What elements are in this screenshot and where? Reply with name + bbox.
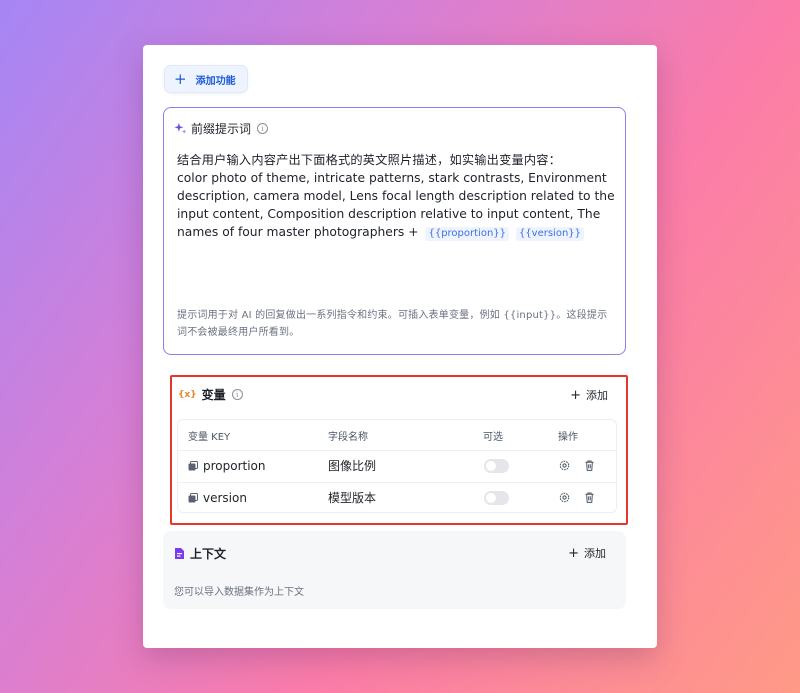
- variables-table: 变量 KEY 字段名称 可选 操作 proportion 图像比例 versio…: [177, 419, 617, 513]
- context-hint: 您可以导入数据集作为上下文: [174, 587, 304, 598]
- variable-key-cell[interactable]: version: [188, 491, 247, 505]
- variable-key-cell[interactable]: proportion: [188, 459, 266, 473]
- variable-tag-proportion[interactable]: {{proportion}}: [425, 227, 510, 241]
- prompt-header: 前缀提示词 i: [174, 120, 269, 137]
- field-name[interactable]: 图像比例: [328, 457, 376, 474]
- variable-key: proportion: [203, 458, 266, 473]
- add-variable-label: 添加: [586, 389, 608, 402]
- variables-title: 变量: [201, 388, 226, 402]
- trash-icon[interactable]: [583, 491, 596, 504]
- plus-icon: +: [174, 69, 187, 88]
- gear-icon[interactable]: [558, 491, 571, 504]
- add-context-button[interactable]: + 添加: [568, 545, 606, 561]
- plus-icon: +: [570, 387, 581, 403]
- optional-toggle[interactable]: [484, 490, 509, 505]
- prompt-text[interactable]: 结合用户输入内容产出下面格式的英文照片描述，如实输出变量内容： color ph…: [177, 151, 615, 241]
- document-icon: [175, 548, 184, 559]
- column-header-name: 字段名称: [328, 431, 368, 443]
- prompt-hint: 提示词用于对 AI 的回复做出一系列指令和约束。可插入表单变量，例如 {{inp…: [177, 310, 608, 338]
- sparkle-icon: [174, 122, 187, 134]
- app-config-card: + 添加功能 前缀提示词 i 结合用户输入内容产出下面格式的英文照片描述，如实输…: [143, 45, 657, 648]
- prompt-title: 前缀提示词: [191, 122, 252, 136]
- toggle-knob: [486, 460, 496, 471]
- add-variable-button[interactable]: + 添加: [570, 387, 608, 403]
- variable-key: version: [203, 490, 247, 505]
- variable-key-icon: [188, 492, 198, 502]
- table-header: 变量 KEY 字段名称 可选 操作: [178, 420, 616, 450]
- add-context-label: 添加: [584, 547, 606, 560]
- variables-panel: {x} 变量 i + 添加 变量 KEY 字段名称 可选 操作 proporti…: [170, 375, 628, 525]
- field-name[interactable]: 模型版本: [328, 489, 376, 506]
- toggle-knob: [486, 492, 496, 503]
- plus-icon: +: [568, 545, 579, 561]
- column-header-optional: 可选: [483, 431, 503, 443]
- column-header-actions: 操作: [558, 431, 578, 443]
- trash-icon[interactable]: [583, 459, 596, 472]
- info-icon[interactable]: i: [231, 389, 243, 400]
- context-panel: 上下文 + 添加 您可以导入数据集作为上下文: [163, 531, 626, 609]
- variables-header: {x} 变量 i: [178, 386, 243, 403]
- table-row: proportion 图像比例: [178, 450, 616, 480]
- row-actions: [558, 459, 596, 472]
- variable-tag-version[interactable]: {{version}}: [515, 227, 585, 241]
- column-header-key: 变量 KEY: [188, 431, 231, 443]
- gear-icon[interactable]: [558, 459, 571, 472]
- variable-key-icon: [188, 460, 198, 470]
- context-title: 上下文: [190, 547, 227, 561]
- prefix-prompt-editor[interactable]: 前缀提示词 i 结合用户输入内容产出下面格式的英文照片描述，如实输出变量内容： …: [163, 107, 626, 355]
- context-header: 上下文: [175, 545, 226, 562]
- add-feature-label: 添加功能: [195, 75, 236, 87]
- prompt-line-cn: 结合用户输入内容产出下面格式的英文照片描述，如实输出变量内容：: [177, 153, 562, 167]
- info-icon[interactable]: i: [257, 123, 269, 134]
- table-row: version 模型版本: [178, 482, 616, 512]
- add-feature-button[interactable]: + 添加功能: [164, 65, 248, 93]
- variable-icon: {x}: [178, 389, 197, 400]
- row-actions: [558, 491, 596, 504]
- optional-toggle[interactable]: [484, 458, 509, 473]
